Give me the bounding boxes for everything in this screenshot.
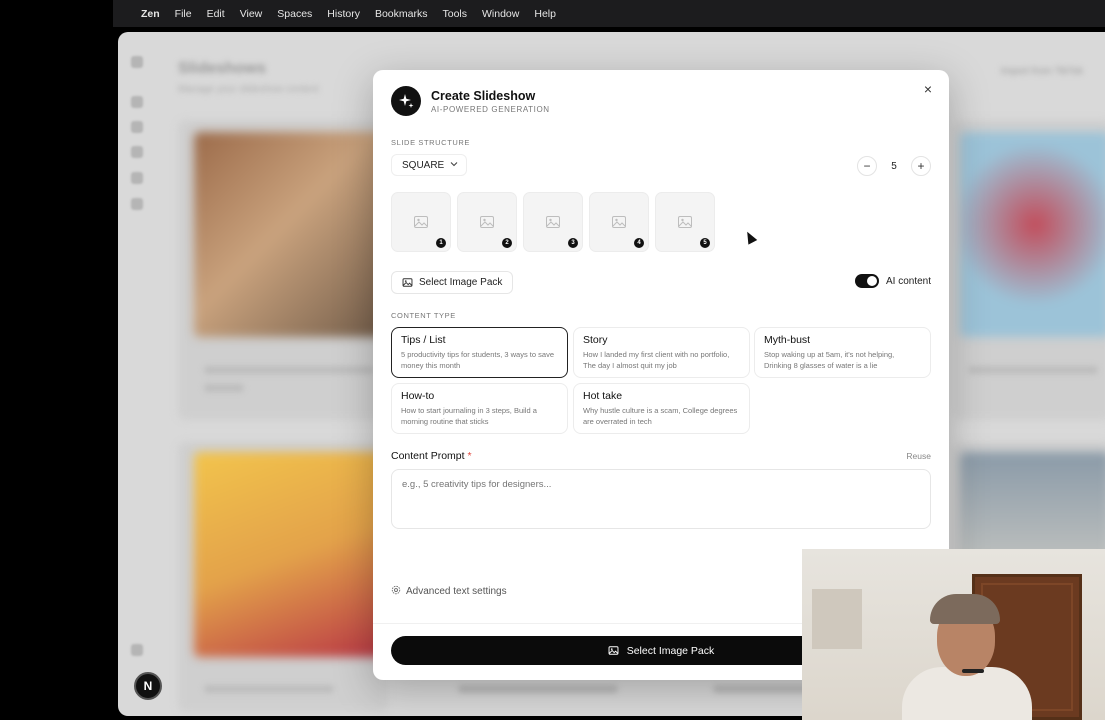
chevron-down-icon [450,160,458,171]
slide-number-badge: 5 [700,238,710,248]
sidebar-rail [118,32,158,716]
menu-edit[interactable]: Edit [207,8,225,20]
webcam-headset-mic [962,669,984,673]
webcam-background-object [812,589,862,649]
menu-app-name[interactable]: Zen [141,8,160,20]
card-title-blur [458,685,618,693]
close-icon[interactable]: × [919,80,937,98]
modal-subtitle: AI-POWERED GENERATION [431,104,550,114]
advanced-text-settings-label: Advanced text settings [406,586,507,597]
content-type-desc: How I landed my first client with no por… [583,350,730,370]
gear-icon [391,585,401,598]
content-type-how-to[interactable]: How-to How to start journaling in 3 step… [391,383,568,434]
webcam-overlay [802,549,1105,720]
image-placeholder-icon [612,216,626,228]
structure-value: SQUARE [402,159,445,171]
increment-button[interactable]: + [911,156,931,176]
sidebar-toggle-icon[interactable] [131,56,143,68]
slide-number-badge: 1 [436,238,446,248]
sidebar-nav-icon[interactable] [131,172,143,184]
mac-menu-bar: Zen File Edit View Spaces History Bookma… [113,0,1105,27]
slide-number-badge: 3 [568,238,578,248]
image-placeholder-icon [414,216,428,228]
import-button[interactable]: Import from TikTok [1001,66,1083,77]
menu-window[interactable]: Window [482,8,519,20]
slide-count-value: 5 [891,160,897,172]
content-type-desc: Why hustle culture is a scam, College de… [583,406,738,426]
slide-slot[interactable]: 2 [457,192,517,252]
card-thumbnail [194,452,394,657]
content-type-title: How-to [401,390,435,402]
ai-content-toggle[interactable]: AI content [854,274,931,288]
ai-content-label: AI content [885,275,931,287]
content-type-title: Story [583,334,608,346]
menu-tools[interactable]: Tools [442,8,467,20]
content-type-desc: Stop waking up at 5am, it's not helping,… [764,350,895,370]
menu-help[interactable]: Help [534,8,556,20]
content-type-tips-list[interactable]: Tips / List 5 productivity tips for stud… [391,327,568,378]
content-type-title: Hot take [583,390,623,402]
content-prompt-input[interactable] [391,469,931,529]
slide-slot[interactable]: 1 [391,192,451,252]
content-type-label: CONTENT TYPE [391,311,456,320]
card-thumbnail [194,132,394,337]
menu-bookmarks[interactable]: Bookmarks [375,8,428,20]
image-icon [608,646,619,655]
reuse-link[interactable]: Reuse [906,451,931,461]
slide-number-badge: 2 [502,238,512,248]
advanced-text-settings-toggle[interactable]: Advanced text settings [391,585,507,598]
content-prompt-label: Content Prompt * [391,450,472,462]
image-icon [402,278,413,287]
content-type-desc: How to start journaling in 3 steps, Buil… [401,406,537,426]
content-type-hot-take[interactable]: Hot take Why hustle culture is a scam, C… [573,383,750,434]
slide-number-badge: 4 [634,238,644,248]
sidebar-nav-icon[interactable] [131,146,143,158]
card-title-blur [204,685,334,693]
content-type-desc: 5 productivity tips for students, 3 ways… [401,350,554,370]
modal-title: Create Slideshow [431,88,536,103]
ai-content-switch[interactable] [854,274,879,288]
slide-slot[interactable]: 3 [523,192,583,252]
primary-button-label: Select Image Pack [626,644,715,657]
image-placeholder-icon [678,216,692,228]
menu-history[interactable]: History [327,8,360,20]
content-type-title: Myth-bust [764,334,811,346]
decrement-button[interactable]: − [857,156,877,176]
sidebar-settings-icon[interactable] [131,644,143,656]
content-type-story[interactable]: Story How I landed my first client with … [573,327,750,378]
sidebar-nav-icon[interactable] [131,96,143,108]
card-meta-blur [204,384,244,392]
sidebar-nav-icon[interactable] [131,198,143,210]
content-type-title: Tips / List [401,334,446,346]
content-type-myth-bust[interactable]: Myth-bust Stop waking up at 5am, it's no… [754,327,931,378]
menu-spaces[interactable]: Spaces [277,8,312,20]
card-title-blur [968,366,1098,374]
slide-slot[interactable]: 4 [589,192,649,252]
select-image-pack-button[interactable]: Select Image Pack [391,271,514,294]
modal-header: Create Slideshow AI-POWERED GENERATION [391,86,550,116]
slide-thumbnails: 1 2 3 4 5 [391,192,715,252]
webcam-person-cap [930,594,1000,624]
sidebar-nav-icon[interactable] [131,121,143,133]
page-subtitle: Manage your slideshow content [178,84,319,95]
image-placeholder-icon [480,216,494,228]
menu-file[interactable]: File [175,8,192,20]
select-image-pack-label: Select Image Pack [419,277,503,288]
slide-slot[interactable]: 5 [655,192,715,252]
content-prompt-label-text: Content Prompt [391,450,465,462]
card-thumbnail [960,132,1105,337]
slide-structure-label: SLIDE STRUCTURE [391,138,471,147]
slide-count-stepper: − 5 + [857,156,931,176]
menu-view[interactable]: View [240,8,263,20]
structure-select[interactable]: SQUARE [391,154,468,176]
page-title: Slideshows [178,60,267,77]
image-placeholder-icon [546,216,560,228]
required-asterisk: * [467,450,472,462]
notion-fab-button[interactable]: N [134,672,162,700]
card-title-blur [204,366,374,374]
sparkle-icon [391,86,421,116]
